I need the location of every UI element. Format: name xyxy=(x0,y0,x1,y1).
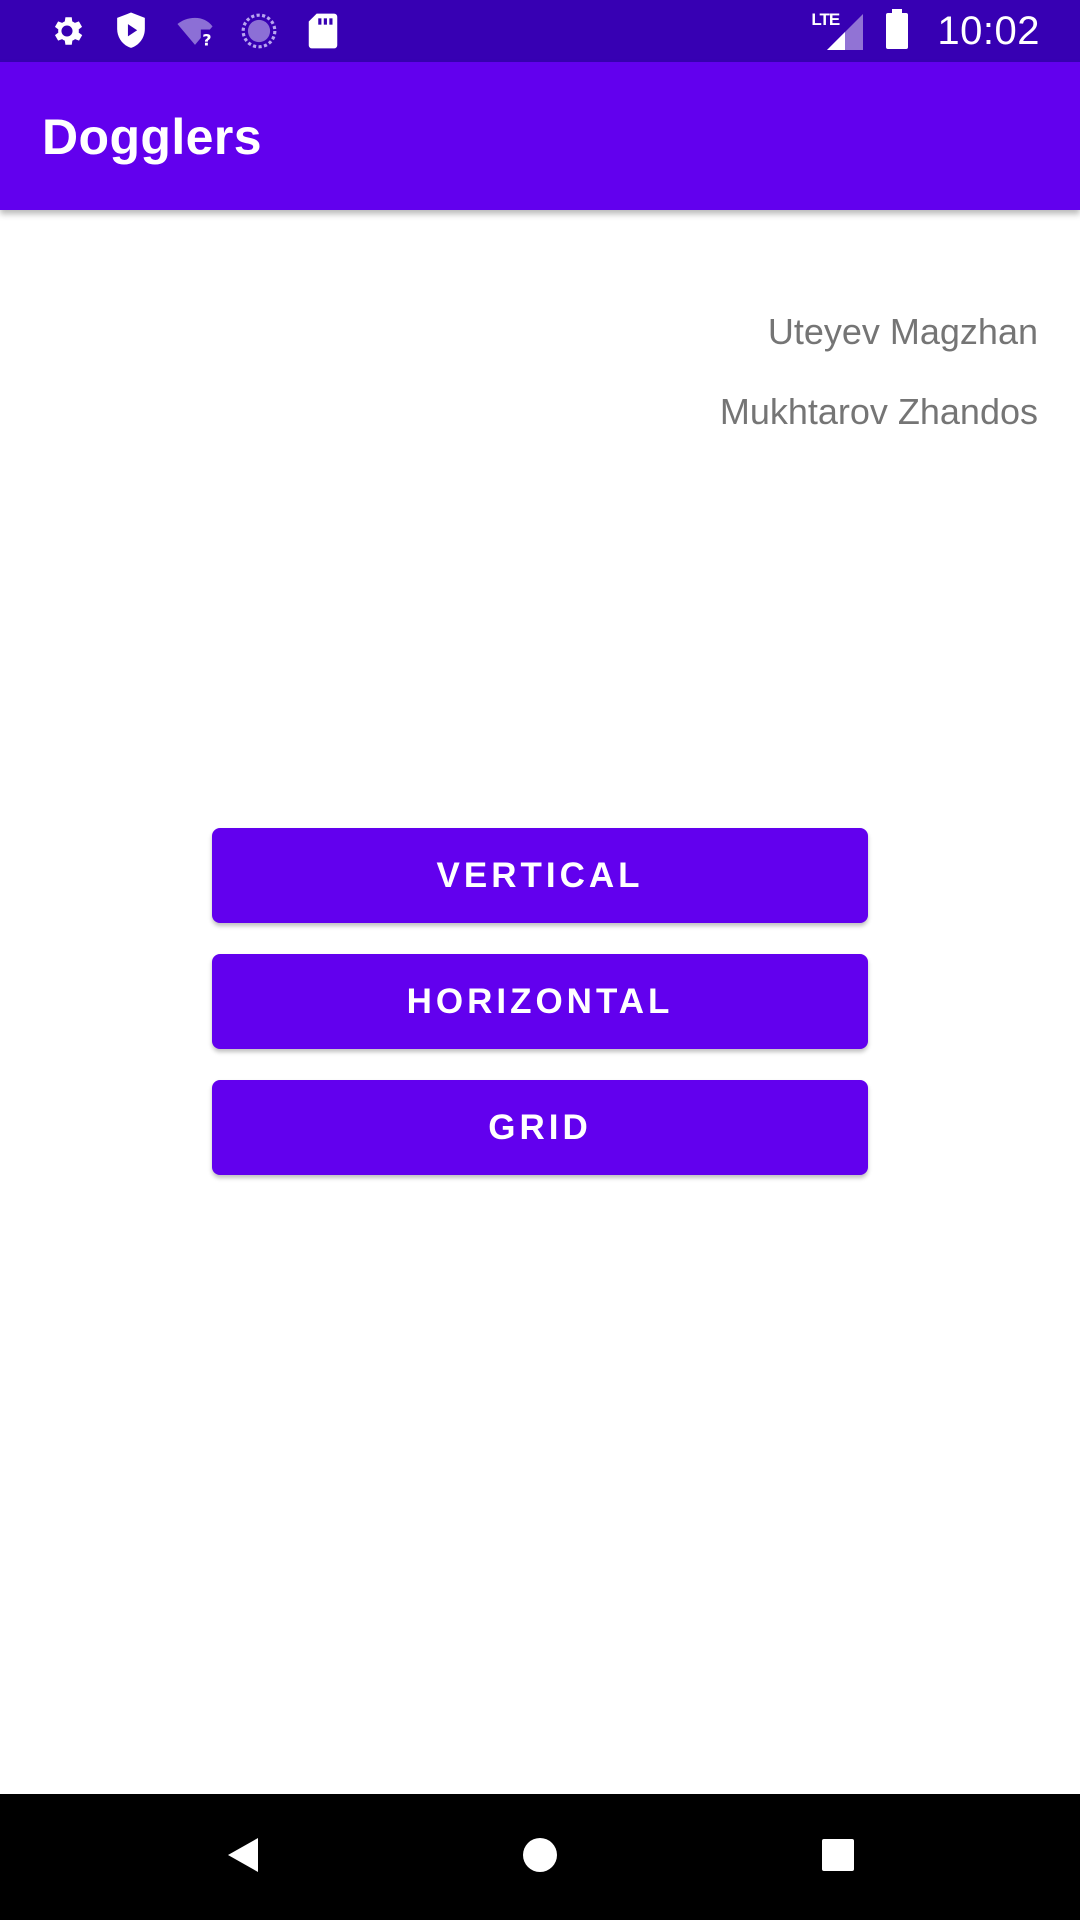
home-icon xyxy=(521,1836,559,1879)
horizontal-button[interactable]: HORIZONTAL xyxy=(212,954,868,1049)
battery-icon xyxy=(885,8,909,54)
navigation-bar xyxy=(0,1794,1080,1920)
wifi-question-icon: ? xyxy=(176,10,214,52)
author-names: Uteyev Magzhan Mukhtarov Zhandos xyxy=(720,310,1038,470)
svg-text:?: ? xyxy=(202,31,211,50)
home-button[interactable] xyxy=(480,1794,600,1920)
loading-circle-icon xyxy=(240,10,278,52)
author-name-1: Uteyev Magzhan xyxy=(767,311,1038,352)
status-icons-right: LTE 10:02 xyxy=(811,8,1040,54)
lte-signal-icon: LTE xyxy=(811,10,867,52)
app-title: Dogglers xyxy=(42,109,262,165)
screen: ? LTE 10:02 Dogglers Uteyev Magzhan Mukh… xyxy=(0,0,1080,1920)
sd-card-icon xyxy=(304,10,342,52)
back-icon xyxy=(224,1836,260,1879)
status-bar: ? LTE 10:02 xyxy=(0,0,1080,62)
recents-icon xyxy=(821,1838,855,1877)
author-name-2: Mukhtarov Zhandos xyxy=(719,391,1038,432)
grid-button[interactable]: GRID xyxy=(212,1080,868,1175)
app-bar: Dogglers xyxy=(0,62,1080,210)
vertical-button[interactable]: VERTICAL xyxy=(212,828,868,923)
gear-icon xyxy=(48,10,86,52)
shield-play-icon xyxy=(112,10,150,52)
lte-label: LTE xyxy=(811,10,840,29)
status-icons-left: ? xyxy=(48,10,342,52)
status-time: 10:02 xyxy=(937,8,1040,53)
recents-button[interactable] xyxy=(778,1794,898,1920)
back-button[interactable] xyxy=(182,1794,302,1920)
layout-buttons: VERTICAL HORIZONTAL GRID xyxy=(212,828,868,1206)
